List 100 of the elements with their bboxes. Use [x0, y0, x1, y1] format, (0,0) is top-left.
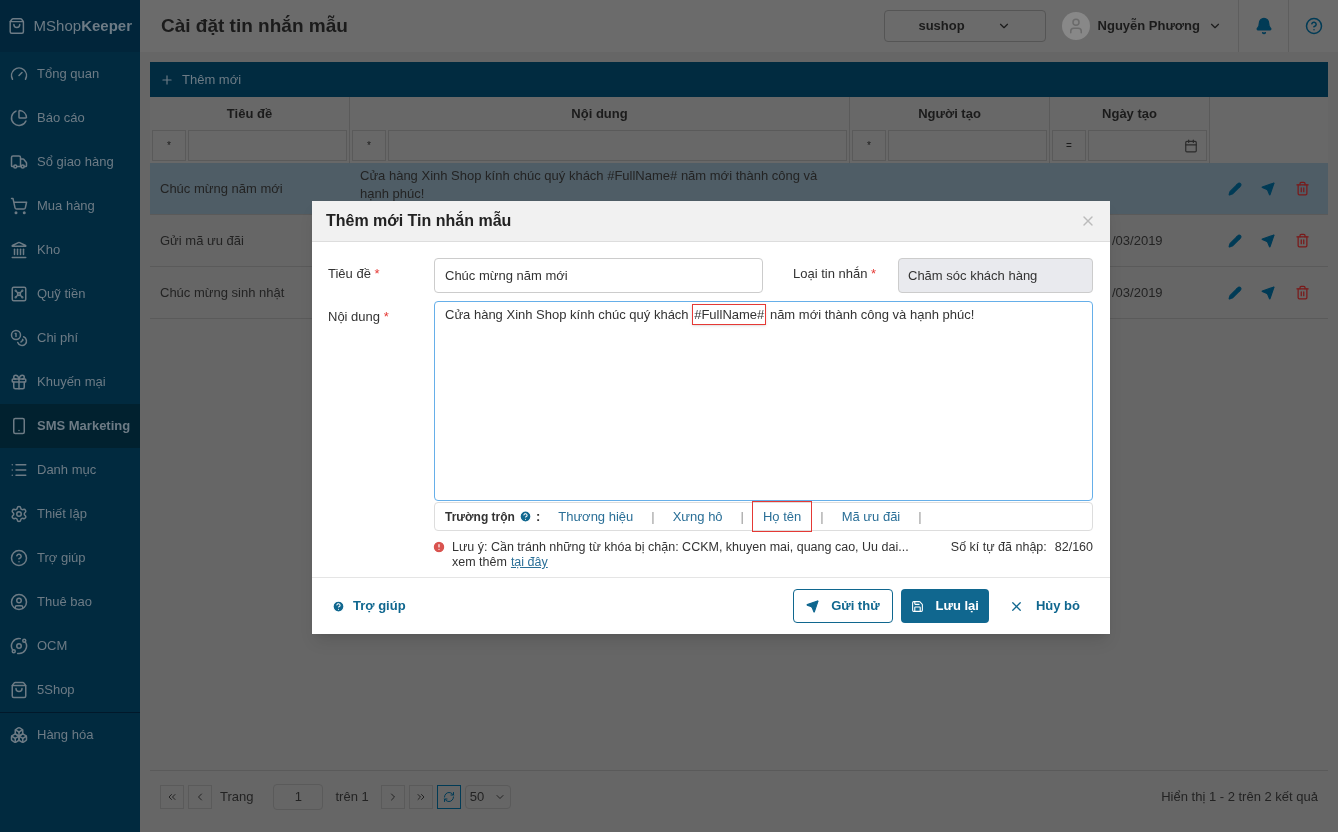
help-link[interactable]: Trợ giúp	[332, 596, 794, 616]
counter-label: Số kí tự đã nhập:	[950, 540, 1047, 556]
logo: MShopKeeper	[33, 15, 132, 36]
field-label: Nội dung *	[328, 308, 390, 326]
list-icon	[10, 461, 28, 479]
filter-field[interactable]	[1088, 130, 1207, 161]
sidebar-item[interactable]: OCM	[0, 624, 140, 668]
delete-icon[interactable]	[1295, 285, 1311, 300]
sidebar-item[interactable]: Quỹ tiền	[0, 272, 140, 316]
refresh-icon	[442, 790, 455, 803]
field-label: Loại tin nhắn *	[793, 265, 878, 283]
page-field[interactable]: 1	[273, 783, 324, 810]
previous-page-button[interactable]	[188, 784, 212, 809]
sidebar-item[interactable]: Trợ giúp	[0, 536, 140, 580]
message-type-field: Chăm sóc khách hàng	[898, 258, 1093, 293]
boxes-icon	[10, 725, 28, 744]
user-icon	[10, 593, 28, 611]
coins-icon	[10, 329, 28, 347]
sidebar-item[interactable]: Danh mục	[0, 448, 140, 492]
send-icon[interactable]	[1261, 181, 1276, 196]
user-avatar[interactable]	[1061, 12, 1090, 40]
delete-icon[interactable]	[1295, 233, 1311, 248]
help-icon	[10, 549, 28, 567]
user-name[interactable]: Nguyễn Phương	[1097, 16, 1200, 36]
cart-icon	[10, 197, 28, 215]
table-cell-text: Chúc mừng năm mới	[160, 179, 283, 198]
truck-icon	[10, 153, 28, 171]
help-icon	[332, 599, 345, 613]
filter-operator[interactable]: *	[152, 130, 186, 161]
page-label: Trang	[220, 787, 254, 806]
table-cell-text: Gửi mã ưu đãi	[160, 231, 244, 250]
table-cell-text: /03/2019	[1112, 283, 1163, 302]
table-cell-text: /03/2019	[1112, 231, 1163, 250]
bell-icon[interactable]	[1254, 17, 1273, 35]
refresh-button[interactable]	[436, 784, 461, 809]
sidebar-item[interactable]: Mua hàng	[0, 184, 140, 228]
gift-icon	[10, 373, 28, 391]
filter-operator[interactable]: *	[352, 130, 386, 161]
separator: |	[918, 507, 922, 526]
send-icon[interactable]	[1261, 233, 1276, 248]
title-field[interactable]: Chúc mừng năm mới	[434, 258, 763, 293]
warning-note: Lưu ý: Cần tránh những từ khóa bị chặn: CCKM, khuyen mai, quang cao, Uu dai...	[452, 540, 910, 555]
bag-icon	[10, 681, 28, 699]
calendar-icon	[1184, 138, 1198, 153]
sidebar-item[interactable]: Chi phí	[0, 316, 140, 360]
separator: |	[651, 507, 655, 526]
column-header: Tiêu đề	[225, 104, 274, 123]
page-title: Cài đặt tin nhắn mẫu	[161, 13, 349, 38]
merge-field-link[interactable]: Mã ưu đãi	[831, 501, 911, 532]
settings-icon	[10, 505, 28, 523]
filter-operator[interactable]: =	[1052, 130, 1086, 161]
edit-icon[interactable]	[1227, 181, 1242, 196]
send-icon	[806, 599, 820, 613]
first-page-button[interactable]	[160, 784, 184, 809]
send-test-button[interactable]: Gửi thử	[793, 589, 893, 623]
orbit-icon	[10, 637, 28, 655]
more-link[interactable]: tại đây	[510, 555, 548, 570]
content-field[interactable]: Cửa hàng Xinh Shop kính chúc quý khách #FullName# năm mới thành công và hạnh phúc!	[434, 301, 1093, 501]
sidebar-item[interactable]: Khuyến mại	[0, 360, 140, 404]
separator: |	[820, 507, 824, 526]
sidebar-item[interactable]: Kho	[0, 228, 140, 272]
counter-value: 82/160	[1054, 540, 1093, 556]
table-cell-text: hạnh phúc!	[360, 185, 426, 203]
result-summary: Hiển thị 1 - 2 trên 2 kết quả	[1161, 787, 1318, 806]
sidebar-item[interactable]: 5Shop	[0, 668, 140, 712]
safe-icon	[10, 285, 28, 303]
sidebar-item[interactable]: Thiết lập	[0, 492, 140, 536]
pie-chart-icon	[10, 109, 28, 127]
edit-icon[interactable]	[1227, 233, 1242, 248]
separator: |	[740, 507, 744, 526]
page-count: trên 1	[335, 787, 369, 806]
delete-icon[interactable]	[1295, 181, 1311, 196]
phone-icon	[10, 417, 28, 435]
more-text: xem thêm	[452, 555, 507, 570]
logo-icon	[8, 16, 26, 36]
page-size-select[interactable]: 50	[464, 784, 511, 809]
merge-label: Trường trộn	[445, 508, 515, 526]
sidebar-item[interactable]: Sổ giao hàng	[0, 140, 140, 184]
colon: :	[535, 507, 541, 526]
sidebar-item[interactable]: Hàng hóa	[0, 712, 140, 756]
cancel-button[interactable]: Hủy bỏ	[998, 589, 1090, 623]
merge-field-link[interactable]: Họ tên	[752, 500, 813, 533]
last-page-button[interactable]	[408, 784, 433, 809]
merge-field-link[interactable]: Xưng hô	[662, 501, 733, 532]
merge-field-link[interactable]: Thương hiệu	[548, 501, 644, 532]
edit-icon[interactable]	[1227, 285, 1242, 300]
store-select[interactable]: sushop	[883, 10, 1046, 42]
save-button[interactable]: Lưu lại	[900, 589, 989, 623]
sidebar-item[interactable]: Báo cáo	[0, 96, 140, 140]
save-icon	[910, 599, 924, 613]
sidebar-item[interactable]: Thuê bao	[0, 580, 140, 624]
next-page-button[interactable]	[380, 784, 405, 809]
merge-token: #FullName#	[692, 304, 767, 325]
filter-operator[interactable]: *	[852, 130, 886, 161]
add-button[interactable]: Thêm mới	[160, 69, 242, 90]
sidebar-item[interactable]: Tổng quan	[0, 52, 140, 96]
send-icon[interactable]	[1261, 285, 1276, 300]
warning-icon	[432, 540, 446, 554]
table-cell-text: Chúc mừng sinh nhật	[160, 283, 285, 302]
sidebar-item[interactable]: SMS Marketing	[0, 404, 140, 448]
